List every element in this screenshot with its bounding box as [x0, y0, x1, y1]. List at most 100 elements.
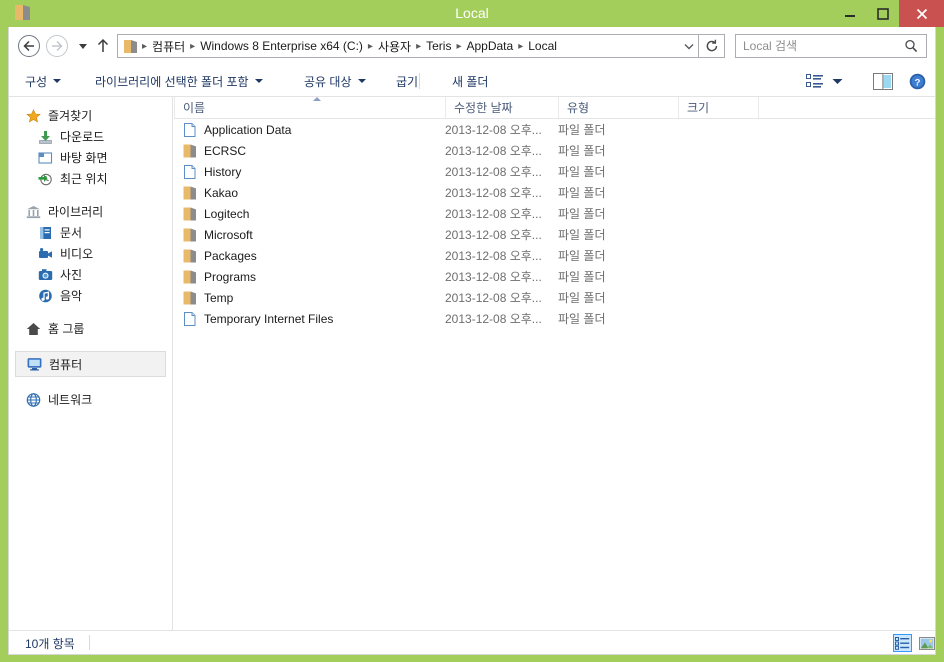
back-button[interactable]: [18, 35, 40, 57]
sidebar-item-pictures[interactable]: 사진: [9, 264, 172, 285]
homegroup-icon: [25, 321, 42, 337]
sidebar-item-network[interactable]: 네트워크: [9, 389, 172, 410]
window-title: Local: [455, 5, 489, 21]
address-breadcrumb-box[interactable]: ▸ 컴퓨터 ▸ Windows 8 Enterprise x64 (C:) ▸ …: [117, 34, 699, 58]
table-row[interactable]: History 2013-12-08 오후... 파일 폴더: [174, 161, 935, 182]
folder-icon: [123, 39, 139, 54]
share-with-button[interactable]: 공유 대상: [304, 65, 366, 97]
cell-date: 2013-12-08 오후...: [445, 291, 542, 305]
details-view-icon[interactable]: [893, 634, 912, 652]
sidebar-item-music[interactable]: 음악: [9, 285, 172, 306]
sidebar-item-desktop[interactable]: 바탕 화면: [9, 147, 172, 168]
sidebar-label: 비디오: [60, 247, 94, 261]
table-row[interactable]: Programs 2013-12-08 오후... 파일 폴더: [174, 266, 935, 287]
new-folder-button[interactable]: 새 폴더: [452, 65, 488, 97]
file-name-label: Temporary Internet Files: [204, 311, 334, 326]
explorer-window: Local ▸ 컴퓨터 ▸ Windows 8 Enterprise x64 (…: [0, 0, 944, 662]
sidebar-label: 홈 그룹: [48, 322, 85, 336]
search-box[interactable]: [735, 34, 927, 58]
sidebar-item-videos[interactable]: 비디오: [9, 243, 172, 264]
junction-icon: [182, 122, 198, 138]
include-in-library-button[interactable]: 라이브러리에 선택한 폴더 포함: [95, 65, 263, 97]
breadcrumb-separator: ▸: [367, 40, 373, 52]
organize-button[interactable]: 구성: [25, 65, 62, 97]
sidebar-label: 컴퓨터: [49, 357, 83, 372]
large-icons-view-icon[interactable]: [917, 634, 936, 652]
sidebar-item-documents[interactable]: 문서: [9, 222, 172, 243]
address-bar: ▸ 컴퓨터 ▸ Windows 8 Enterprise x64 (C:) ▸ …: [9, 27, 935, 65]
file-name-label: History: [204, 164, 242, 179]
help-icon[interactable]: ?: [909, 65, 926, 97]
cell-type: 파일 폴더: [558, 207, 606, 221]
sidebar-item-recent-places[interactable]: 최근 위치: [9, 168, 172, 189]
table-row[interactable]: Kakao 2013-12-08 오후... 파일 폴더: [174, 182, 935, 203]
sidebar-item-favorites[interactable]: 즐겨찾기: [9, 105, 172, 126]
column-header-size[interactable]: 크기: [678, 97, 758, 118]
column-header-spacer[interactable]: [758, 97, 935, 118]
breadcrumb-item-drive[interactable]: Windows 8 Enterprise x64 (C:): [196, 37, 367, 55]
breadcrumb-separator: ▸: [518, 40, 524, 52]
sidebar-item-libraries[interactable]: 라이브러리: [9, 201, 172, 222]
table-row[interactable]: ECRSC 2013-12-08 오후... 파일 폴더: [174, 140, 935, 161]
breadcrumb-item-local[interactable]: Local: [524, 37, 561, 55]
refresh-button[interactable]: [699, 34, 725, 58]
cell-name: Programs: [182, 266, 256, 287]
table-row[interactable]: Temporary Internet Files 2013-12-08 오후...…: [174, 308, 935, 329]
table-row[interactable]: Temp 2013-12-08 오후... 파일 폴더: [174, 287, 935, 308]
preview-pane-icon[interactable]: [873, 65, 893, 97]
view-options-dropdown[interactable]: [832, 65, 843, 97]
sidebar-label: 바탕 화면: [60, 151, 108, 165]
chevron-down-icon: [254, 79, 263, 83]
breadcrumb-item-appdata[interactable]: AppData: [462, 37, 517, 55]
search-icon[interactable]: [904, 39, 918, 53]
minimize-button[interactable]: [835, 0, 865, 27]
column-header-name[interactable]: 이름: [174, 97, 445, 118]
up-button[interactable]: [95, 37, 111, 55]
breadcrumb-item-users[interactable]: 사용자: [374, 36, 415, 57]
new-folder-label: 새 폴더: [452, 74, 489, 89]
chevron-down-icon[interactable]: [680, 35, 698, 57]
breadcrumb-item-computer[interactable]: 컴퓨터: [148, 36, 189, 57]
file-name-label: ECRSC: [204, 143, 247, 158]
folder-icon: [182, 206, 198, 222]
breadcrumb-item-teris[interactable]: Teris: [422, 37, 455, 55]
close-button[interactable]: [899, 0, 944, 27]
burn-button[interactable]: 굽기: [396, 65, 418, 97]
sidebar-item-downloads[interactable]: 다운로드: [9, 126, 172, 147]
music-icon: [37, 288, 54, 304]
table-row[interactable]: Microsoft 2013-12-08 오후... 파일 폴더: [174, 224, 935, 245]
cell-name: Kakao: [182, 182, 238, 203]
breadcrumb-separator: ▸: [142, 40, 148, 52]
cell-date: 2013-12-08 오후...: [445, 186, 542, 200]
download-icon: [37, 129, 54, 145]
column-header-date[interactable]: 수정한 날짜: [445, 97, 558, 118]
recent-locations-button[interactable]: [75, 39, 91, 53]
table-row[interactable]: Logitech 2013-12-08 오후... 파일 폴더: [174, 203, 935, 224]
forward-button[interactable]: [46, 35, 68, 57]
sidebar-item-homegroup[interactable]: 홈 그룹: [9, 318, 172, 339]
sidebar-label: 문서: [60, 226, 83, 240]
item-count-label: 10개 항목: [25, 637, 75, 651]
search-input[interactable]: [736, 39, 904, 53]
chevron-down-icon: [53, 79, 62, 83]
column-header-type[interactable]: 유형: [558, 97, 678, 118]
cell-date: 2013-12-08 오후...: [445, 123, 542, 137]
title-bar: Local: [0, 0, 944, 27]
folder-icon: [182, 248, 198, 264]
command-toolbar: 구성 라이브러리에 선택한 폴더 포함 공유 대상 굽기 새 폴더 ?: [9, 65, 935, 97]
cell-name: ECRSC: [182, 140, 246, 161]
maximize-button[interactable]: [868, 0, 898, 27]
view-options-icon[interactable]: [806, 65, 824, 97]
file-list-pane[interactable]: 이름 수정한 날짜 유형 크기 Application Data 2013-12-…: [174, 97, 935, 630]
table-row[interactable]: Packages 2013-12-08 오후... 파일 폴더: [174, 245, 935, 266]
cell-date: 2013-12-08 오후...: [445, 144, 542, 158]
sidebar-item-computer[interactable]: 컴퓨터: [15, 351, 166, 377]
cell-date: 2013-12-08 오후...: [445, 312, 542, 326]
navigation-pane[interactable]: 즐겨찾기 다운로드 바탕 화면 최근 위치 라이브러리 문서 비디오 사진 음악…: [9, 97, 173, 630]
library-icon: [25, 204, 42, 220]
cell-type: 파일 폴더: [558, 291, 606, 305]
computer-icon: [26, 356, 43, 372]
table-row[interactable]: Application Data 2013-12-08 오후... 파일 폴더: [174, 119, 935, 140]
